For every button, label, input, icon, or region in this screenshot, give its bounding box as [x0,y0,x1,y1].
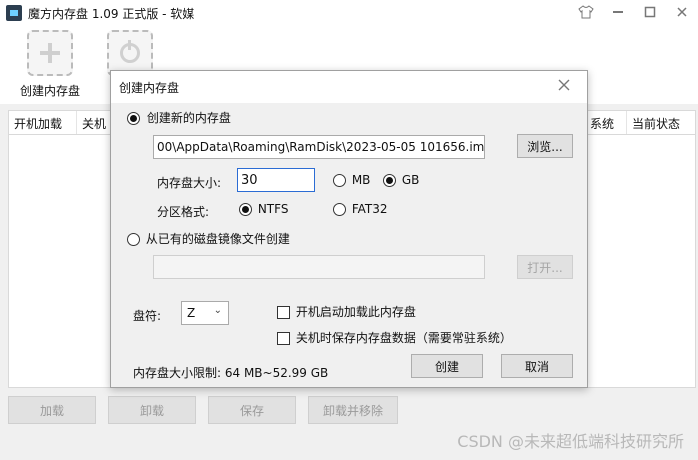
autoload-checkbox[interactable] [277,306,290,319]
dialog-title: 创建内存盘 [119,80,180,95]
unit-mb-label: MB [351,173,371,187]
plus-icon [27,30,73,76]
create-ramdisk-label: 创建内存盘 [19,84,80,98]
create-new-radio[interactable] [127,112,140,125]
format-label: 分区格式: [157,205,210,219]
from-image-option[interactable]: 从已有的磁盘镜像文件创建 [127,230,290,247]
minimize-icon[interactable] [610,4,626,20]
size-input[interactable]: 30 [237,168,315,192]
col-autoload[interactable]: 开机加载 [9,111,77,134]
close-icon[interactable] [674,4,690,20]
drive-label: 盘符: [133,309,162,323]
fmt-ntfs-radio[interactable] [239,203,252,216]
drive-select[interactable]: Z ⌄ [181,301,229,325]
unit-gb-label: GB [401,173,420,187]
image-file-field[interactable] [153,255,485,279]
window-title: 魔方内存盘 1.09 正式版 - 软媒 [28,6,195,21]
autoload-option[interactable]: 开机启动加载此内存盘 [277,303,416,320]
watermark: CSDN @未来超低端科技研究所 [457,432,684,451]
unload-button[interactable]: 卸载 [108,396,196,424]
save-on-shutdown-label: 关机时保存内存盘数据（需要常驻系统） [295,331,512,345]
fmt-ntfs-option[interactable]: NTFS [239,202,288,216]
create-new-label: 创建新的内存盘 [146,111,231,125]
cancel-button[interactable]: 取消 [501,354,573,378]
save-on-shutdown-checkbox[interactable] [277,332,290,345]
chevron-down-icon: ⌄ [213,305,222,316]
create-ramdisk-tool[interactable]: 创建内存盘 [8,30,92,99]
size-label: 内存盘大小: [157,176,222,190]
from-image-radio[interactable] [127,233,140,246]
col-system[interactable]: 系统 [585,111,627,134]
unit-mb-radio[interactable] [333,174,346,187]
size-limit-text: 内存盘大小限制: 64 MB~52.99 GB [133,366,329,380]
fmt-fat32-option[interactable]: FAT32 [333,202,388,216]
unit-mb-option[interactable]: MB [333,173,370,187]
fmt-fat32-label: FAT32 [351,202,388,216]
unit-gb-radio[interactable] [383,174,396,187]
unit-gb-option[interactable]: GB [383,173,419,187]
browse-button[interactable]: 浏览... [517,134,573,158]
create-new-option[interactable]: 创建新的内存盘 [127,109,231,126]
fmt-ntfs-label: NTFS [257,202,289,216]
maximize-icon[interactable] [642,4,658,20]
dialog-title-bar: 创建内存盘 [111,71,587,103]
save-button[interactable]: 保存 [208,396,296,424]
title-bar: 魔方内存盘 1.09 正式版 - 软媒 [0,0,698,26]
bottom-button-bar: 加载 卸载 保存 卸载并移除 [8,396,398,424]
dialog-close-icon[interactable] [557,79,571,93]
col-status[interactable]: 当前状态 [627,111,695,134]
autoload-label: 开机启动加载此内存盘 [295,305,416,319]
image-path-field[interactable]: 00\AppData\Roaming\RamDisk\2023-05-05 10… [153,135,485,159]
save-on-shutdown-option[interactable]: 关机时保存内存盘数据（需要常驻系统） [277,329,512,346]
create-ramdisk-dialog: 创建内存盘 创建新的内存盘 00\AppData\Roaming\RamDisk… [110,70,588,388]
drive-select-value: Z [187,306,196,320]
unload-remove-button[interactable]: 卸载并移除 [308,396,398,424]
app-icon [6,5,22,21]
open-button[interactable]: 打开... [517,255,573,279]
skin-icon[interactable] [578,4,594,20]
fmt-fat32-radio[interactable] [333,203,346,216]
load-button[interactable]: 加载 [8,396,96,424]
from-image-label: 从已有的磁盘镜像文件创建 [145,232,290,246]
create-button[interactable]: 创建 [411,354,483,378]
